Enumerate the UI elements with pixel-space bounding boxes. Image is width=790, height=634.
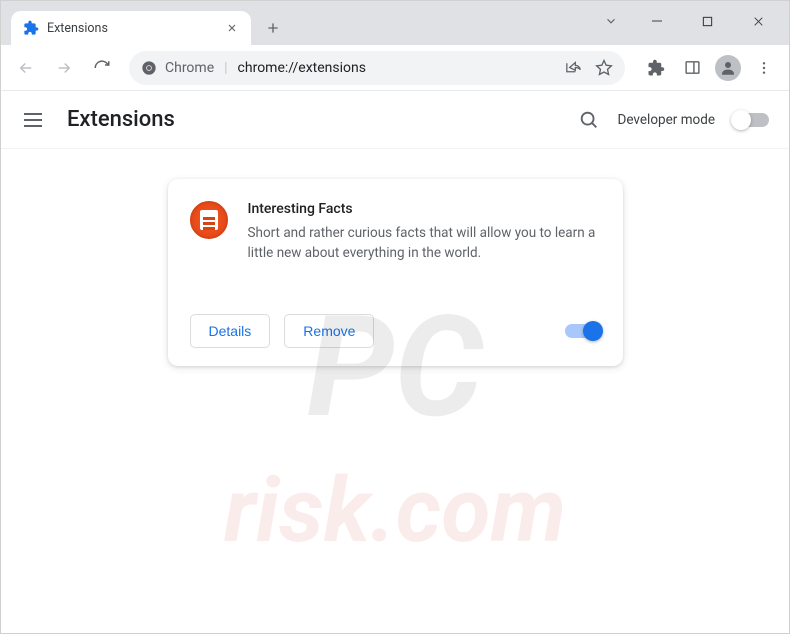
new-tab-button[interactable]	[259, 14, 287, 42]
tab-title: Extensions	[47, 21, 215, 36]
address-bar[interactable]: Chrome | chrome://extensions	[129, 51, 625, 85]
extensions-icon[interactable]	[639, 51, 673, 85]
browser-tab[interactable]: Extensions	[11, 11, 251, 45]
details-button[interactable]: Details	[190, 314, 271, 348]
close-window-button[interactable]	[736, 6, 781, 36]
sidepanel-icon[interactable]	[675, 51, 709, 85]
browser-window: Extensions	[0, 0, 790, 634]
avatar-icon	[715, 55, 741, 81]
star-icon[interactable]	[595, 59, 613, 77]
url-text: Chrome | chrome://extensions	[165, 60, 366, 76]
menu-button[interactable]	[21, 108, 45, 132]
chrome-icon	[141, 60, 157, 76]
page-header: Extensions Developer mode	[1, 91, 789, 149]
reload-button[interactable]	[85, 51, 119, 85]
extension-name: Interesting Facts	[248, 201, 601, 217]
developer-mode-label: Developer mode	[618, 112, 716, 128]
kebab-menu-button[interactable]	[747, 51, 781, 85]
remove-button[interactable]: Remove	[284, 314, 374, 348]
close-tab-button[interactable]	[223, 19, 241, 37]
maximize-button[interactable]	[685, 6, 730, 36]
window-controls	[594, 1, 789, 41]
back-button[interactable]	[9, 51, 43, 85]
chevron-down-icon[interactable]	[594, 6, 628, 36]
titlebar: Extensions	[1, 1, 789, 45]
extension-description: Short and rather curious facts that will…	[248, 223, 601, 264]
search-button[interactable]	[578, 109, 600, 131]
extension-icon	[190, 201, 228, 239]
toolbar: Chrome | chrome://extensions	[1, 45, 789, 91]
extension-card: Interesting Facts Short and rather curio…	[168, 179, 623, 366]
forward-button[interactable]	[47, 51, 81, 85]
puzzle-icon	[23, 20, 39, 36]
share-icon[interactable]	[564, 59, 581, 76]
minimize-button[interactable]	[634, 6, 679, 36]
profile-button[interactable]	[711, 51, 745, 85]
developer-mode-toggle[interactable]	[733, 113, 769, 127]
content-area: PC risk.com Interesting Facts Short and …	[1, 149, 789, 633]
extension-enable-toggle[interactable]	[565, 324, 601, 338]
page-title: Extensions	[67, 107, 175, 132]
extensions-page: Extensions Developer mode PC risk.com	[1, 91, 789, 633]
